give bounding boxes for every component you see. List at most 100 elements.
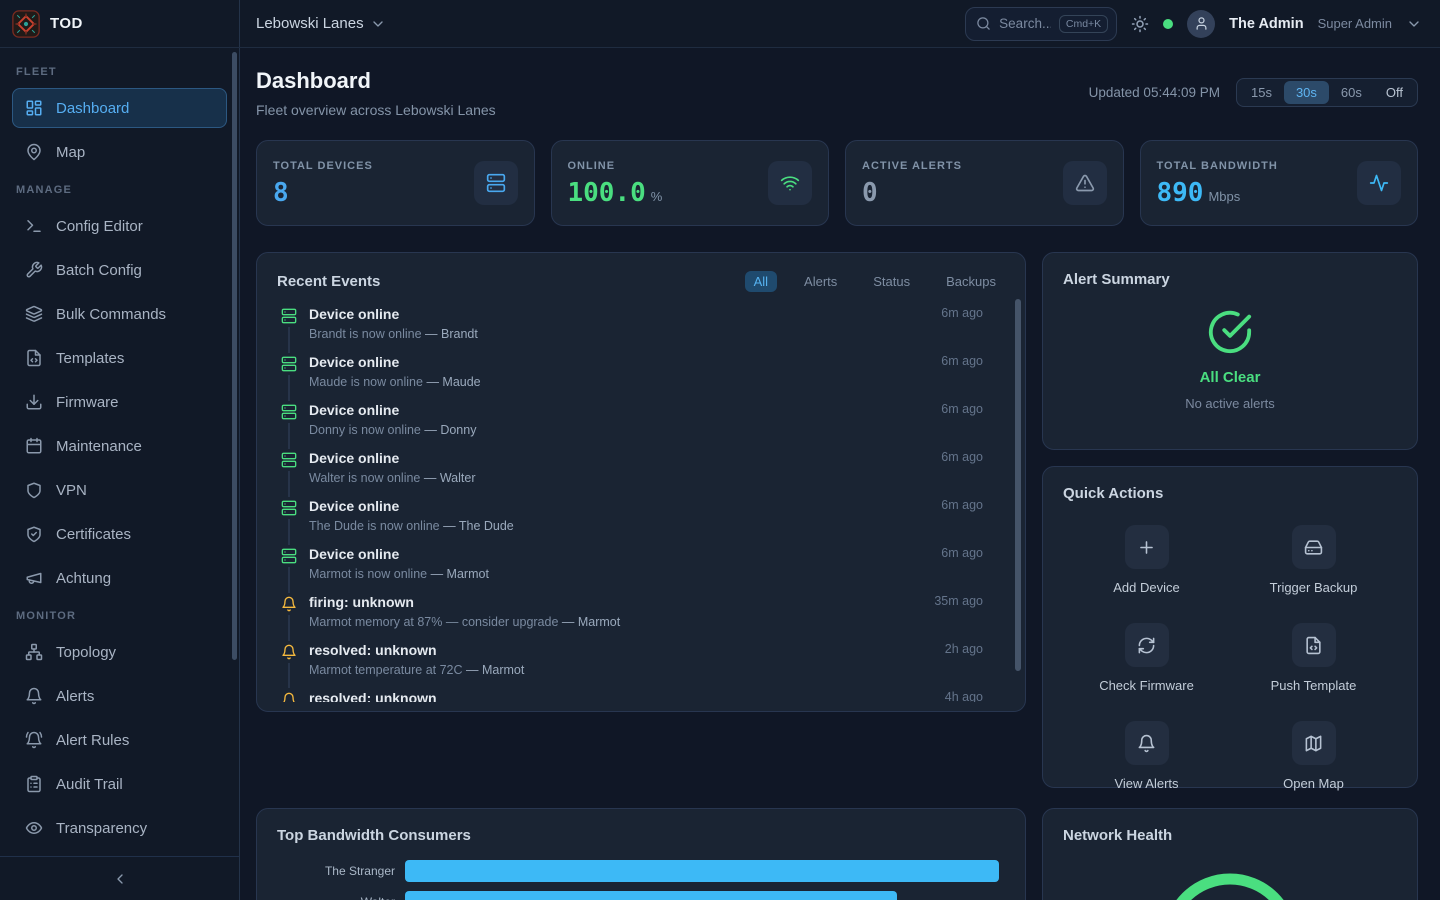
sidebar-item-alert-rules[interactable]: Alert Rules <box>12 720 227 760</box>
file-code-icon <box>1292 623 1336 667</box>
alert-triangle-icon <box>1063 161 1107 205</box>
quick-action-label: Push Template <box>1271 678 1357 693</box>
event-row[interactable]: Device online Maude is now online — Maud… <box>281 354 1005 402</box>
quick-action-trigger-backup[interactable]: Trigger Backup <box>1230 525 1397 595</box>
map-pin-icon <box>25 143 43 161</box>
stat-label: ACTIVE ALERTS <box>862 160 962 172</box>
bandwidth-device-label: The Stranger <box>277 864 405 878</box>
event-row[interactable]: Device online Marmot is now online — Mar… <box>281 546 1005 594</box>
chevron-left-icon <box>112 871 128 887</box>
refresh-interval-group: 15s 30s 60s Off <box>1236 78 1418 107</box>
org-switcher[interactable]: Lebowski Lanes <box>256 15 386 32</box>
bandwidth-chart: The Stranger Walter <box>277 860 1005 900</box>
event-description: The Dude is now online — The Dude <box>309 519 514 533</box>
sidebar-item-transparency[interactable]: Transparency <box>12 808 227 848</box>
stat-value: 8 <box>273 180 373 206</box>
megaphone-icon <box>25 569 43 587</box>
eye-icon <box>25 819 43 837</box>
avatar[interactable] <box>1187 10 1215 38</box>
sidebar-item-dashboard[interactable]: Dashboard <box>12 88 227 128</box>
refresh-cw-icon <box>1125 623 1169 667</box>
event-row[interactable]: resolved: unknown 4h ago <box>281 690 1005 702</box>
theme-toggle-sun-icon[interactable] <box>1131 15 1149 33</box>
sidebar-section-label: MANAGE <box>16 184 223 196</box>
event-title: Device online <box>309 498 514 515</box>
sidebar-item-achtung[interactable]: Achtung <box>12 558 227 598</box>
quick-action-label: Add Device <box>1113 580 1179 595</box>
quick-action-add-device[interactable]: Add Device <box>1063 525 1230 595</box>
quick-action-label: View Alerts <box>1114 776 1178 791</box>
page-header: Dashboard Fleet overview across Lebowski… <box>256 68 1418 118</box>
sidebar-item-firmware[interactable]: Firmware <box>12 382 227 422</box>
sidebar-item-batch-config[interactable]: Batch Config <box>12 250 227 290</box>
sidebar-scrollbar[interactable] <box>232 52 237 660</box>
event-time: 6m ago <box>941 498 1005 512</box>
sidebar-item-label: Bulk Commands <box>56 306 166 323</box>
network-health-value: 100 <box>1160 871 1300 900</box>
sidebar-item-label: Maintenance <box>56 438 142 455</box>
sidebar-item-maintenance[interactable]: Maintenance <box>12 426 227 466</box>
brand-name: TOD <box>50 15 83 32</box>
bell-icon <box>1125 721 1169 765</box>
sidebar-item-label: Batch Config <box>56 262 142 279</box>
interval-off-button[interactable]: Off <box>1374 81 1415 104</box>
event-description: Donny is now online — Donny <box>309 423 476 437</box>
interval-60s-button[interactable]: 60s <box>1329 81 1374 104</box>
user-icon <box>1194 16 1209 31</box>
events-tab-all[interactable]: All <box>745 271 777 292</box>
event-row[interactable]: resolved: unknown Marmot temperature at … <box>281 642 1005 690</box>
sidebar-item-audit-trail[interactable]: Audit Trail <box>12 764 227 804</box>
interval-30s-button[interactable]: 30s <box>1284 81 1329 104</box>
sidebar-item-label: Audit Trail <box>56 776 123 793</box>
events-tab-status[interactable]: Status <box>864 271 919 292</box>
quick-action-open-map[interactable]: Open Map <box>1230 721 1397 791</box>
sidebar-section-label: MONITOR <box>16 610 223 622</box>
hard-drive-icon <box>1292 525 1336 569</box>
bandwidth-row: The Stranger <box>277 860 1005 882</box>
event-time: 2h ago <box>945 642 1005 656</box>
event-time: 4h ago <box>945 690 1005 702</box>
events-tab-backups[interactable]: Backups <box>937 271 1005 292</box>
event-time: 6m ago <box>941 354 1005 368</box>
search-input[interactable]: Search... Cmd+K <box>965 7 1117 41</box>
event-row[interactable]: Device online Walter is now online — Wal… <box>281 450 1005 498</box>
event-row[interactable]: firing: unknown Marmot memory at 87% — c… <box>281 594 1005 642</box>
bandwidth-bar <box>405 860 999 882</box>
event-row[interactable]: Device online The Dude is now online — T… <box>281 498 1005 546</box>
event-time: 6m ago <box>941 306 1005 320</box>
chevron-down-icon <box>370 16 386 32</box>
event-title: Device online <box>309 354 481 371</box>
sidebar-item-map[interactable]: Map <box>12 132 227 172</box>
sidebar-item-vpn[interactable]: VPN <box>12 470 227 510</box>
sidebar-item-config-editor[interactable]: Config Editor <box>12 206 227 246</box>
wrench-icon <box>25 261 43 279</box>
bandwidth-bar-track <box>405 860 1005 882</box>
event-title: resolved: unknown <box>309 642 524 659</box>
topbar: TOD Lebowski Lanes Search... Cmd+K The A… <box>0 0 1440 48</box>
sidebar-item-alerts[interactable]: Alerts <box>12 676 227 716</box>
events-tab-alerts[interactable]: Alerts <box>795 271 846 292</box>
sidebar-item-bulk-commands[interactable]: Bulk Commands <box>12 294 227 334</box>
user-name: The Admin <box>1229 16 1303 32</box>
events-tabs: All Alerts Status Backups <box>745 271 1005 292</box>
sidebar-item-certificates[interactable]: Certificates <box>12 514 227 554</box>
events-scrollbar[interactable] <box>1015 299 1021 671</box>
bell-icon <box>281 692 297 702</box>
shield-icon <box>25 481 43 499</box>
bandwidth-title: Top Bandwidth Consumers <box>277 827 471 844</box>
server-icon <box>281 500 297 516</box>
server-icon <box>281 308 297 324</box>
alert-summary-title: Alert Summary <box>1063 271 1170 288</box>
events-list: Device online Brandt is now online — Bra… <box>277 306 1005 702</box>
event-title: resolved: unknown <box>309 690 437 702</box>
event-row[interactable]: Device online Donny is now online — Donn… <box>281 402 1005 450</box>
quick-action-check-firmware[interactable]: Check Firmware <box>1063 623 1230 693</box>
quick-action-view-alerts[interactable]: View Alerts <box>1063 721 1230 791</box>
interval-15s-button[interactable]: 15s <box>1239 81 1284 104</box>
user-menu-chevron-down-icon[interactable] <box>1406 16 1422 32</box>
sidebar-item-topology[interactable]: Topology <box>12 632 227 672</box>
event-row[interactable]: Device online Brandt is now online — Bra… <box>281 306 1005 354</box>
sidebar-collapse-button[interactable] <box>0 856 239 900</box>
quick-action-push-template[interactable]: Push Template <box>1230 623 1397 693</box>
sidebar-item-templates[interactable]: Templates <box>12 338 227 378</box>
